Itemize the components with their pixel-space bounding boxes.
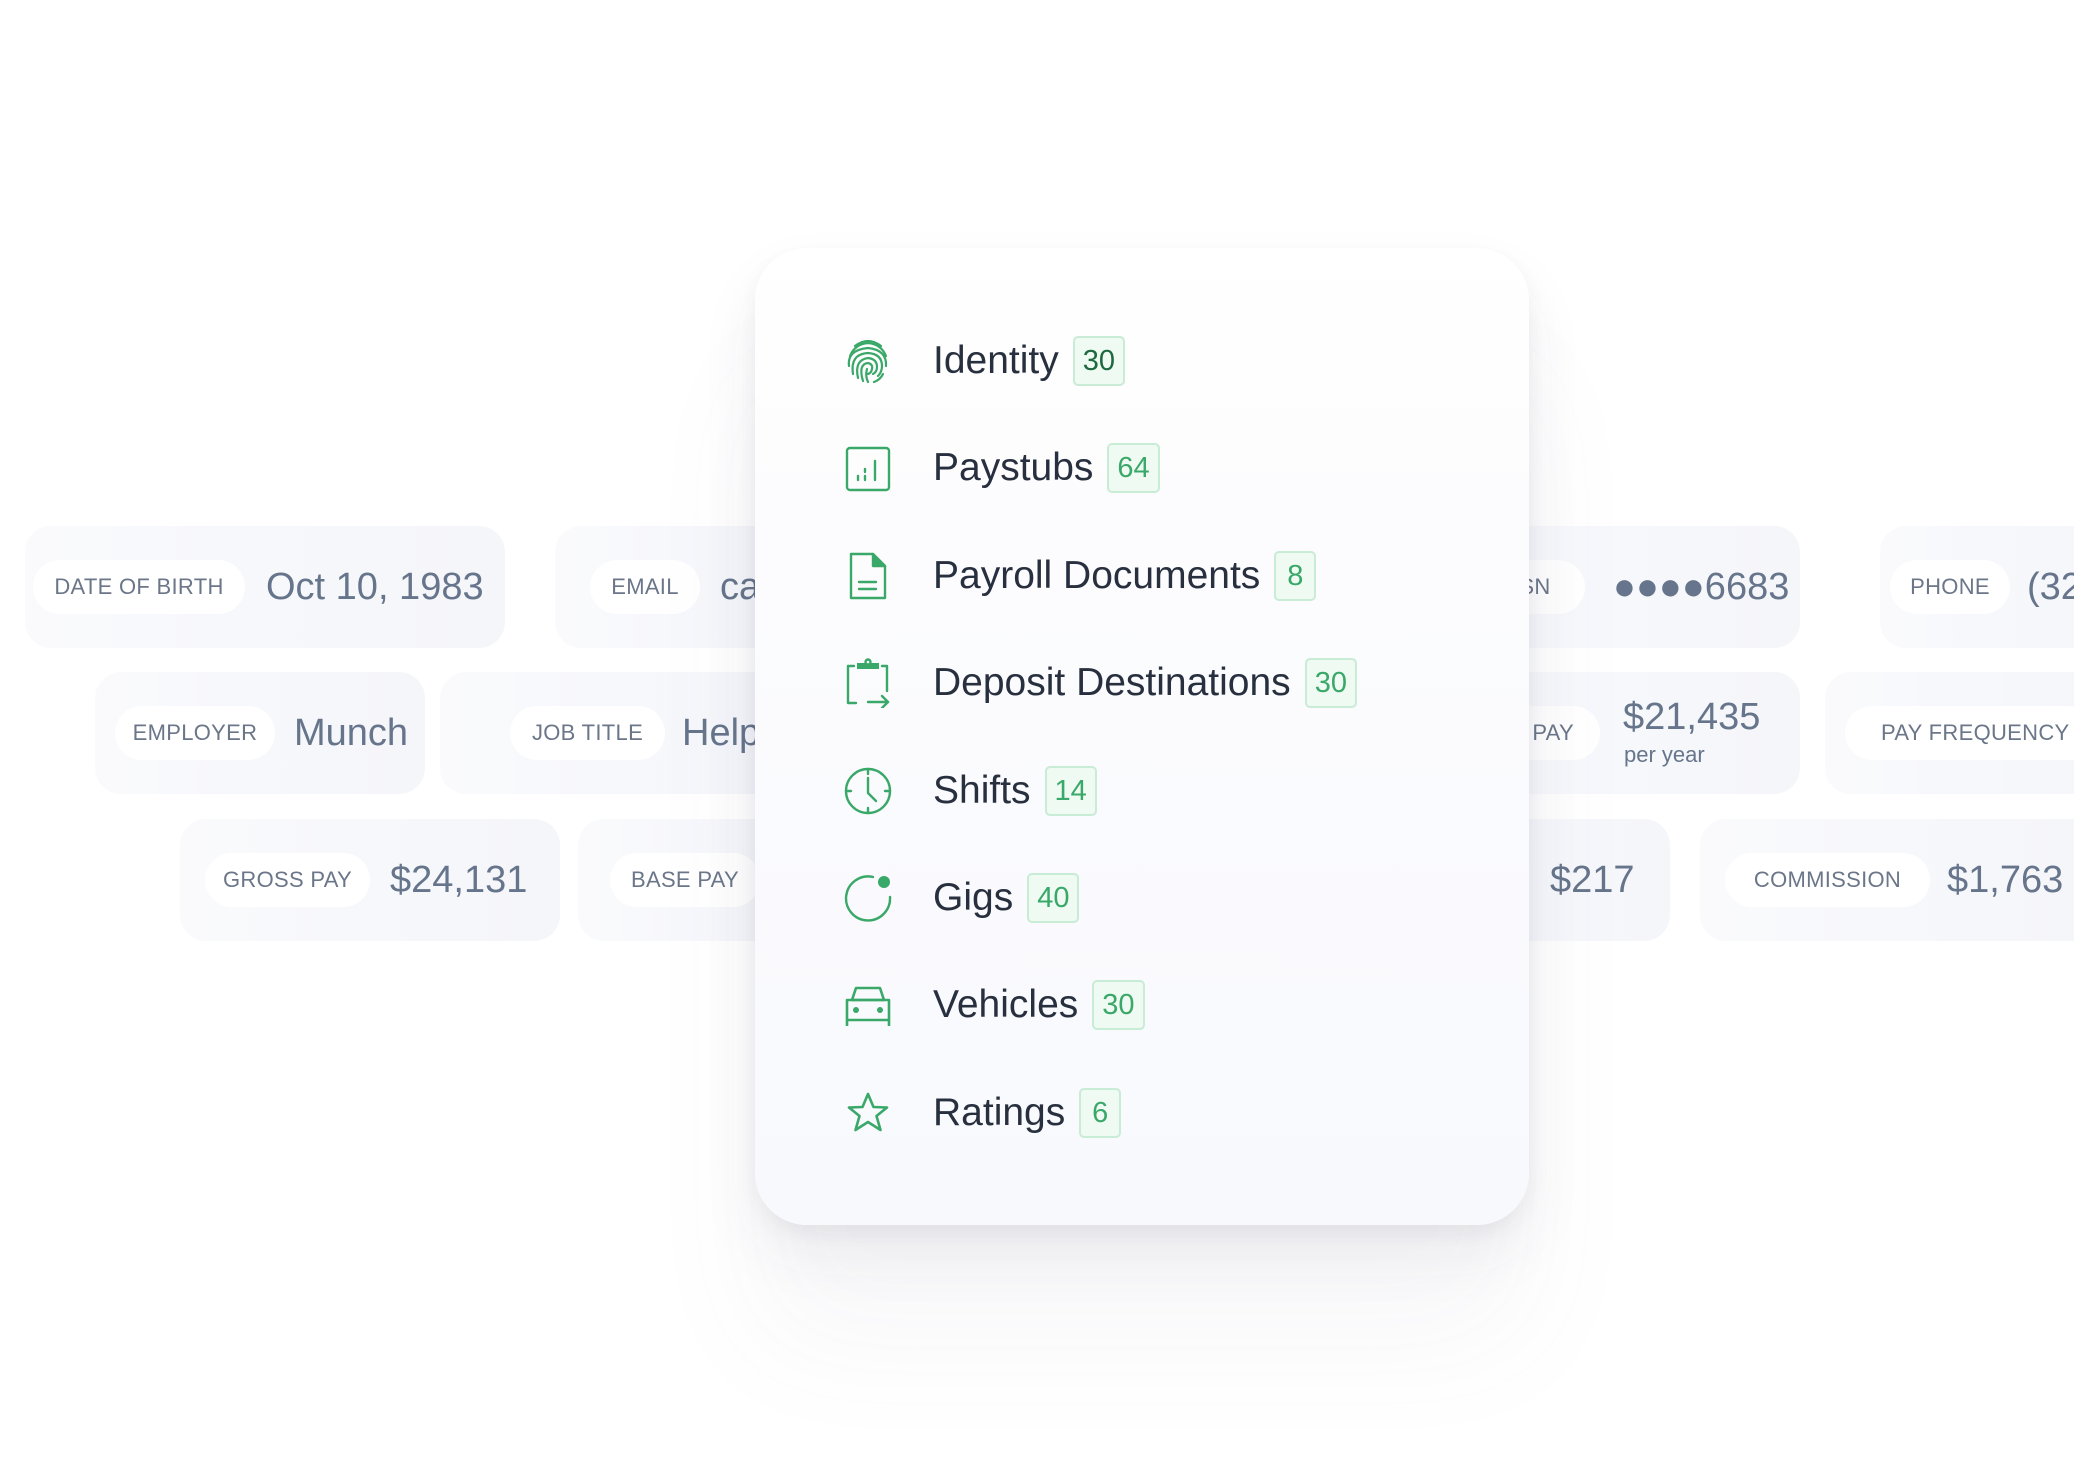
menu-item-vehicles[interactable]: Vehicles 30 [843, 975, 1145, 1035]
field-label-base-pay: BASE PAY [610, 853, 760, 907]
count-badge: 40 [1027, 873, 1080, 923]
field-value-gross-pay: $24,131 [390, 859, 528, 901]
menu-item-label: Identity [933, 339, 1059, 382]
star-icon [843, 1088, 893, 1138]
menu-item-label: Shifts [933, 769, 1031, 812]
field-value-ssn: ●●●●6683 [1613, 566, 1790, 608]
field-chip-date-of-birth: DATE OF BIRTH Oct 10, 1983 [25, 526, 505, 648]
clock-icon [843, 766, 893, 816]
count-badge: 8 [1274, 551, 1317, 601]
menu-item-label: Gigs [933, 876, 1014, 919]
count-badge: 6 [1079, 1088, 1122, 1138]
field-value-phone: (32 [2027, 566, 2074, 608]
count-badge: 64 [1107, 443, 1160, 493]
menu-item-ratings[interactable]: Ratings 6 [843, 1083, 1122, 1143]
field-sub-base-pay-annual: per year [1624, 742, 1705, 767]
field-label-job-title: JOB TITLE [510, 706, 665, 760]
field-chip-commission: COMMISSION $1,763 [1700, 819, 2074, 941]
gig-circle-icon [843, 873, 893, 923]
menu-item-label: Vehicles [933, 983, 1079, 1026]
menu-item-gigs[interactable]: Gigs 40 [843, 868, 1080, 928]
field-label-date-of-birth: DATE OF BIRTH [33, 560, 245, 614]
menu-item-shifts[interactable]: Shifts 14 [843, 761, 1097, 821]
count-badge: 30 [1304, 658, 1357, 708]
field-chip-pay-frequency: PAY FREQUENCY [1825, 672, 2074, 794]
field-label-gross-pay: GROSS PAY [205, 853, 370, 907]
car-icon [843, 980, 893, 1030]
field-label-employer: EMPLOYER [115, 706, 275, 760]
menu-item-label: Paystubs [933, 446, 1094, 489]
count-badge: 14 [1044, 766, 1097, 816]
field-chip-phone: PHONE (32 [1880, 526, 2074, 648]
field-value-job-title: Help [682, 712, 761, 754]
field-value-employer: Munch [294, 712, 409, 754]
field-value-base-pay-annual: $21,435 [1623, 696, 1761, 738]
field-value-commission: $1,763 [1947, 859, 2064, 901]
field-value-bonus: $217 [1550, 859, 1635, 901]
field-label-phone: PHONE [1890, 560, 2010, 614]
data-categories-card: Identity 30 Paystubs 64 Payroll Document… [755, 248, 1529, 1225]
field-chip-employer: EMPLOYER Munch [95, 672, 425, 794]
menu-item-label: Deposit Destinations [933, 661, 1291, 704]
document-icon [843, 551, 893, 601]
field-label-pay-frequency: PAY FREQUENCY [1845, 706, 2074, 760]
field-chip-gross-pay: GROSS PAY $24,131 [180, 819, 560, 941]
stage: DATE OF BIRTH Oct 10, 1983 EMAIL ca SSN … [0, 0, 2074, 1472]
menu-item-payroll-documents[interactable]: Payroll Documents 8 [843, 546, 1317, 606]
field-label-commission: COMMISSION [1725, 853, 1930, 907]
menu-item-label: Payroll Documents [933, 554, 1261, 597]
menu-item-label: Ratings [933, 1091, 1066, 1134]
field-value-date-of-birth: Oct 10, 1983 [266, 566, 484, 608]
menu-item-identity[interactable]: Identity 30 [843, 331, 1126, 391]
fingerprint-icon [843, 336, 893, 386]
field-label-email: EMAIL [590, 560, 700, 614]
count-badge: 30 [1072, 336, 1126, 386]
menu-item-paystubs[interactable]: Paystubs 64 [843, 438, 1160, 498]
count-badge: 30 [1092, 980, 1145, 1030]
menu-item-deposit-destinations[interactable]: Deposit Destinations 30 [843, 653, 1357, 713]
clipboard-transfer-icon [843, 658, 893, 708]
paystub-chart-icon [843, 443, 893, 493]
